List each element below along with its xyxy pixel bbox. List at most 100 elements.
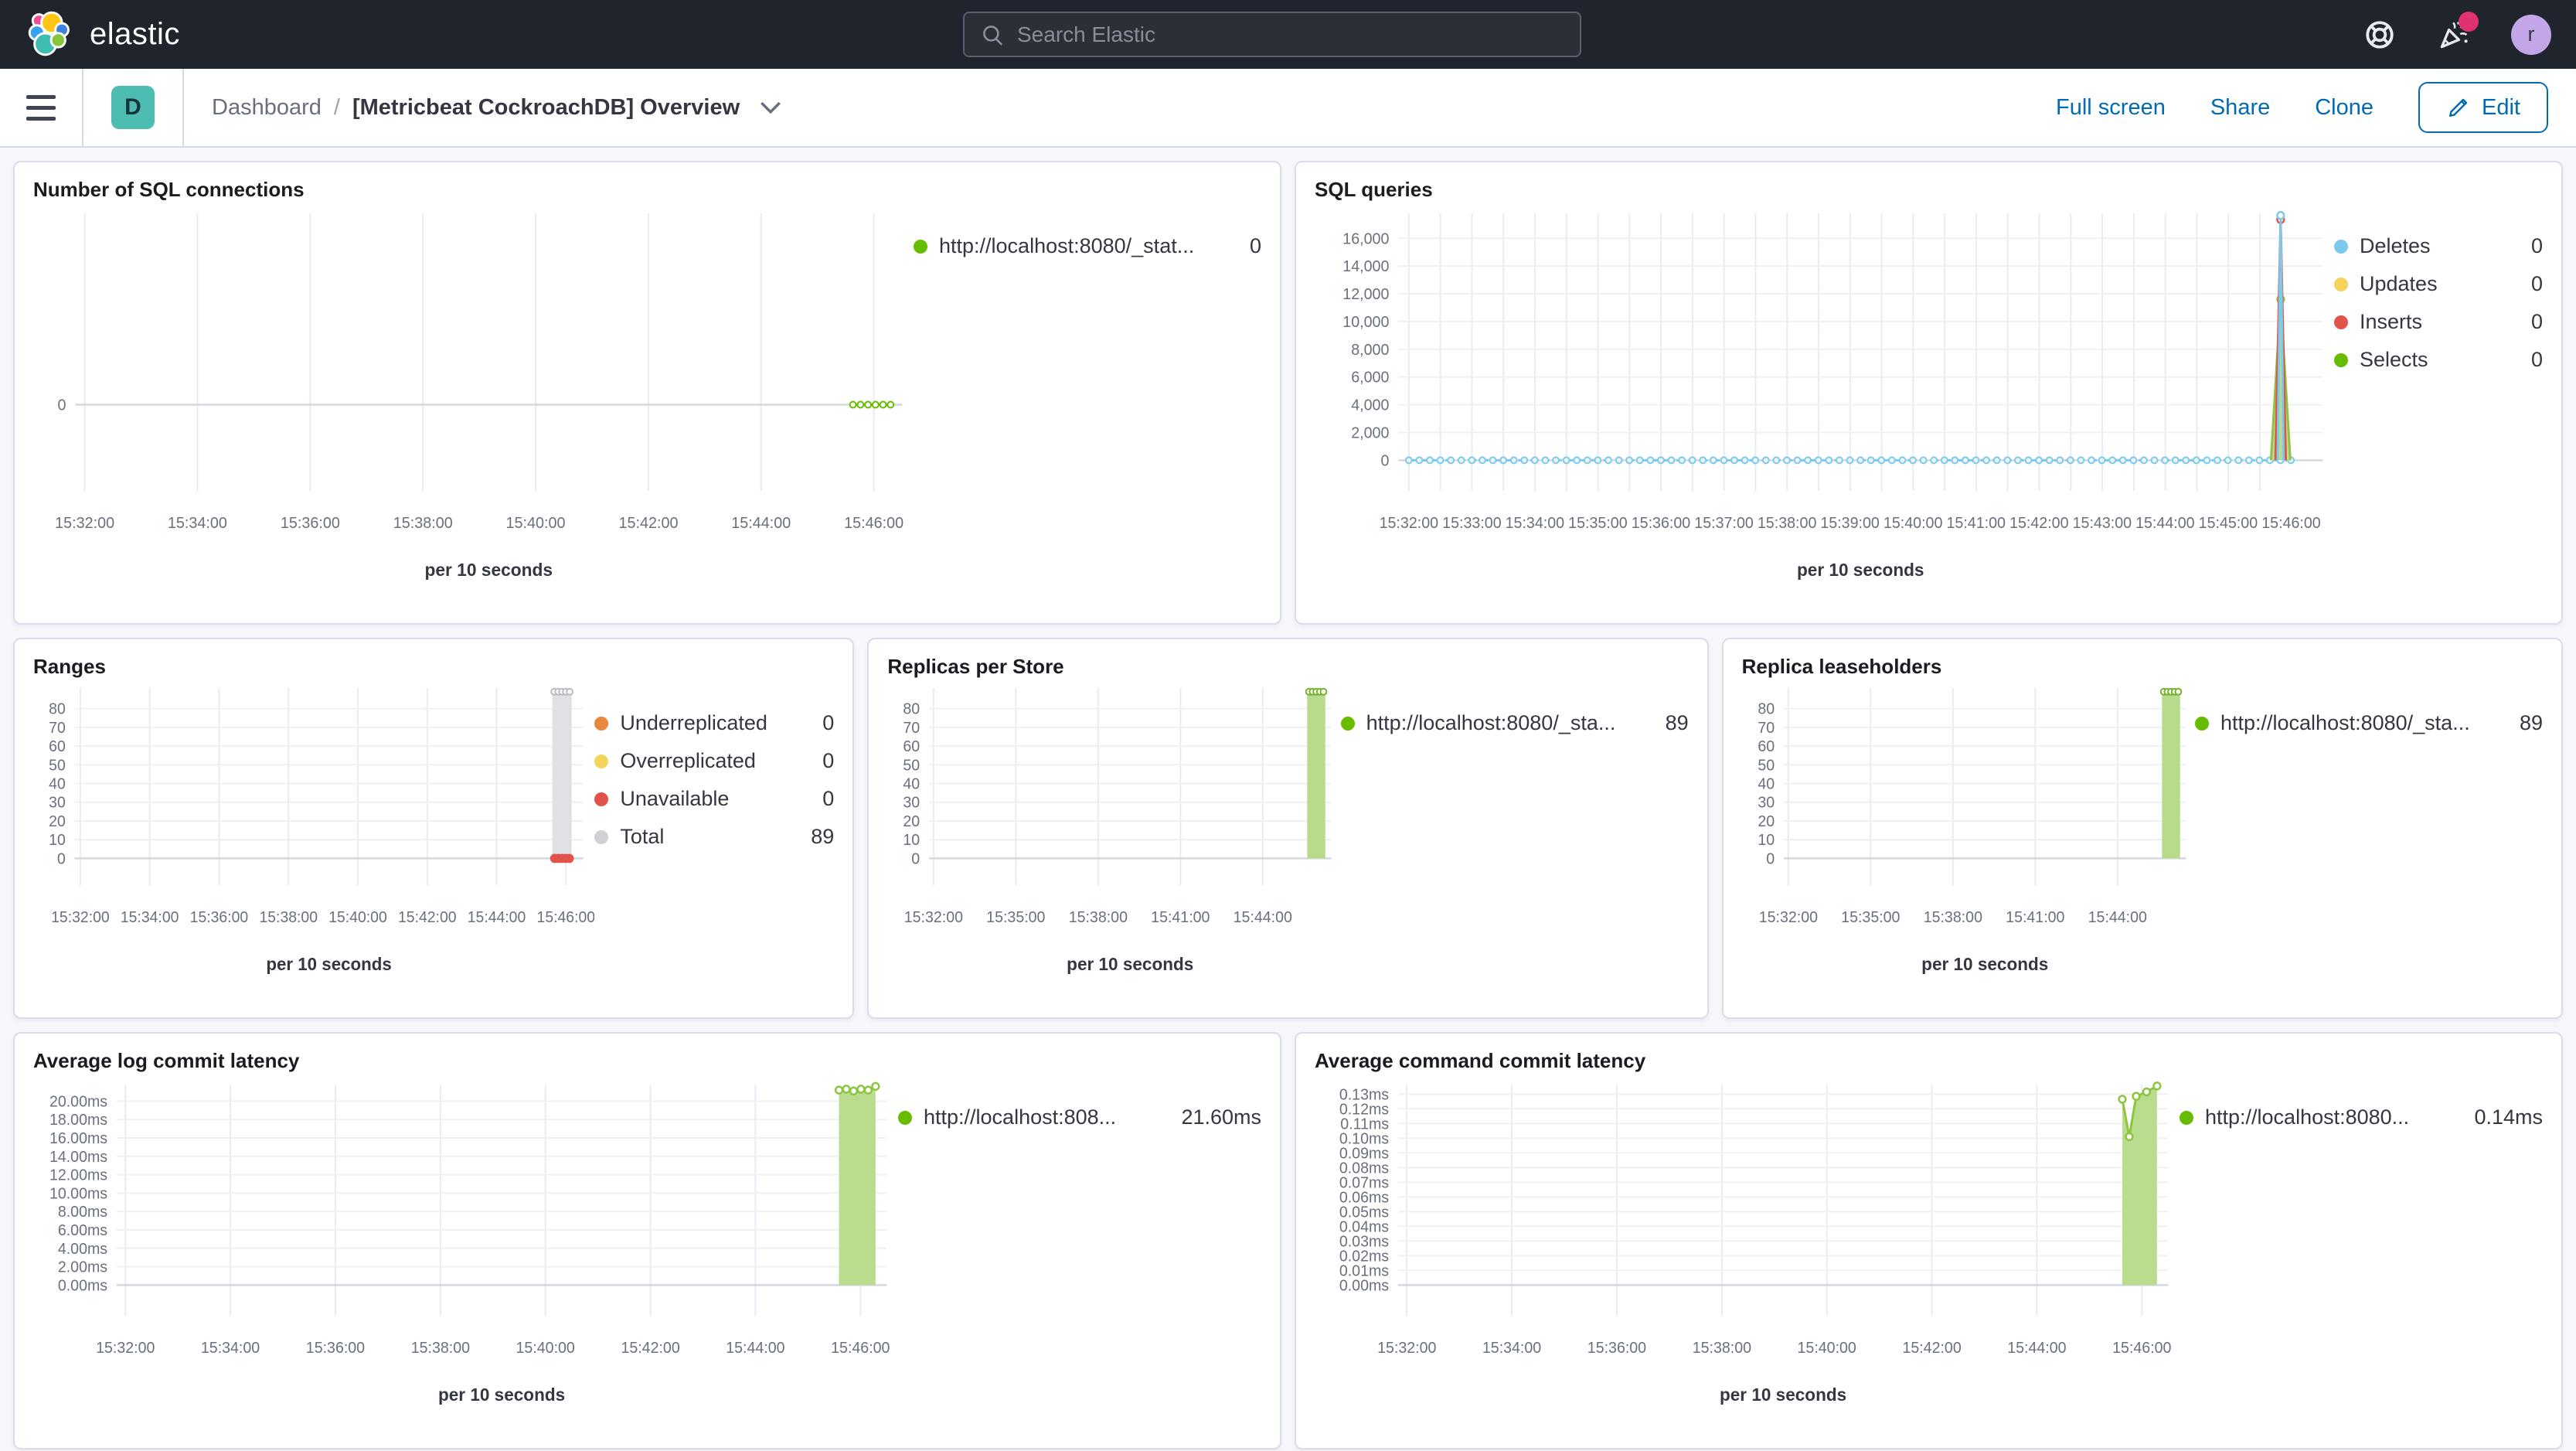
breadcrumb-dashboard-link[interactable]: Dashboard: [212, 95, 322, 121]
legend-label: Overreplicated: [620, 749, 756, 772]
svg-text:0.07ms: 0.07ms: [1339, 1174, 1389, 1191]
search-input[interactable]: [1017, 22, 1564, 47]
newsfeed-icon[interactable]: [2437, 11, 2479, 52]
svg-text:0.02ms: 0.02ms: [1339, 1248, 1389, 1265]
svg-text:15:44:00: 15:44:00: [468, 909, 526, 926]
legend-value: 89: [811, 825, 835, 848]
svg-text:0.01ms: 0.01ms: [1339, 1262, 1389, 1279]
legend-label: http://localhost:8080/_stat...: [939, 234, 1195, 257]
full-screen-button[interactable]: Full screen: [2056, 95, 2166, 121]
svg-text:15:43:00: 15:43:00: [2073, 515, 2132, 532]
svg-text:15:33:00: 15:33:00: [1442, 515, 1501, 532]
svg-text:15:46:00: 15:46:00: [2112, 1340, 2171, 1357]
svg-text:15:41:00: 15:41:00: [1152, 909, 1210, 926]
svg-text:0: 0: [1766, 850, 1775, 867]
clone-button[interactable]: Clone: [2315, 95, 2374, 121]
svg-text:15:44:00: 15:44:00: [726, 1340, 784, 1357]
app-header: elastic Search Elastic r: [0, 0, 2576, 69]
svg-text:18.00ms: 18.00ms: [49, 1112, 107, 1129]
notification-badge: [2459, 11, 2479, 32]
menu-icon[interactable]: [0, 69, 82, 146]
svg-text:15:38:00: 15:38:00: [411, 1340, 470, 1357]
legend-item[interactable]: Total 89: [594, 825, 834, 849]
svg-text:15:40:00: 15:40:00: [328, 909, 387, 926]
legend-item[interactable]: Inserts 0: [2334, 310, 2543, 334]
replica-leaseholders-chart[interactable]: 010 2030 4050 6070 80 15:32:00 15:35:00 15:38:0…: [1742, 679, 2195, 993]
panel-sql-connections: Number of SQL connections 0 15:32:00 15:34…: [13, 161, 1281, 625]
legend-item[interactable]: http://localhost:8080/_sta... 89: [1340, 711, 1689, 735]
svg-text:15:44:00: 15:44:00: [2135, 515, 2194, 532]
svg-text:15:46:00: 15:46:00: [831, 1340, 890, 1357]
panel-title: Ranges: [33, 655, 106, 678]
legend: http://localhost:8080/_stat... 0: [914, 234, 1261, 599]
dashboard-menu-chevron[interactable]: [760, 100, 781, 114]
help-icon[interactable]: [2363, 18, 2397, 52]
elastic-logo-icon: [28, 11, 70, 56]
svg-text:20: 20: [903, 813, 920, 830]
svg-text:80: 80: [1758, 700, 1775, 717]
svg-text:0.00ms: 0.00ms: [1339, 1277, 1389, 1294]
panel-title: Replicas per Store: [887, 655, 1064, 678]
legend-value: 89: [2519, 711, 2543, 734]
command-commit-latency-chart[interactable]: 0.00ms0.01ms0.02ms0.03ms0.04ms0.05ms0.06…: [1315, 1073, 2180, 1424]
legend-label: Selects: [2360, 348, 2428, 371]
svg-text:60: 60: [1758, 738, 1775, 755]
legend-item[interactable]: http://localhost:8080... 0.14ms: [2180, 1105, 2543, 1129]
svg-text:0: 0: [912, 850, 920, 867]
legend-item[interactable]: http://localhost:8080/_sta... 89: [2194, 711, 2543, 735]
legend-item[interactable]: Underreplicated 0: [594, 711, 834, 735]
svg-text:15:34:00: 15:34:00: [121, 909, 179, 926]
space-avatar[interactable]: D: [111, 86, 155, 129]
legend-item[interactable]: Updates 0: [2334, 272, 2543, 296]
sql-queries-chart[interactable]: 0 2,000 4,000 6,000 8,000 10,000 12,000 14,000 1…: [1315, 202, 2334, 599]
legend-item[interactable]: http://localhost:8080/_stat... 0: [914, 234, 1261, 258]
svg-text:per 10 seconds: per 10 seconds: [266, 955, 392, 974]
legend-value: 0: [822, 787, 835, 810]
panel-replicas-per-store: Replicas per Store 0 10 20 30 40 50 60 70 80 15:3…: [867, 638, 1709, 1019]
legend-item[interactable]: Deletes 0: [2334, 234, 2543, 258]
global-search[interactable]: [963, 12, 1581, 57]
page-title: [Metricbeat CockroachDB] Overview: [352, 94, 740, 120]
edit-button[interactable]: Edit: [2418, 82, 2548, 133]
legend-value: 0: [2530, 234, 2543, 257]
svg-text:50: 50: [1758, 757, 1775, 774]
logo-text: elastic: [90, 17, 180, 51]
avatar-initial: r: [2527, 22, 2535, 46]
panel-title: SQL queries: [1315, 178, 1433, 201]
legend-value: 0: [1249, 234, 1261, 257]
svg-text:per 10 seconds: per 10 seconds: [438, 1385, 565, 1405]
user-avatar[interactable]: r: [2511, 14, 2551, 55]
share-button[interactable]: Share: [2210, 95, 2270, 121]
replicas-per-store-chart[interactable]: 010 2030 4050 6070 80 15:32:00 15:35:00 15:38:0…: [887, 679, 1340, 993]
legend-value: 0: [2530, 348, 2543, 371]
sql-connections-chart[interactable]: 0 15:32:00 15:34:00 15:36:00 15:38:00 15:40:0…: [33, 202, 914, 599]
svg-text:per 10 seconds: per 10 seconds: [1720, 1385, 1846, 1405]
svg-text:0.10ms: 0.10ms: [1339, 1130, 1389, 1147]
ranges-chart[interactable]: 010 2030 4050 6070 80 15:32:00 15:34:00 15:36:0…: [33, 679, 594, 993]
svg-text:15:40:00: 15:40:00: [1798, 1340, 1856, 1357]
svg-text:30: 30: [903, 795, 920, 812]
legend-item[interactable]: Selects 0: [2334, 348, 2543, 372]
svg-text:15:38:00: 15:38:00: [1923, 909, 1982, 926]
svg-text:14.00ms: 14.00ms: [49, 1149, 107, 1166]
svg-text:0.13ms: 0.13ms: [1339, 1086, 1389, 1103]
legend-swatch: [594, 792, 609, 806]
legend-value: 0.14ms: [2474, 1105, 2543, 1129]
svg-text:15:36:00: 15:36:00: [281, 515, 340, 532]
legend-swatch: [2334, 353, 2348, 367]
svg-text:16.00ms: 16.00ms: [49, 1130, 107, 1147]
svg-text:40: 40: [49, 775, 66, 792]
legend-item[interactable]: http://localhost:808... 21.60ms: [898, 1105, 1261, 1129]
legend-swatch: [1340, 716, 1355, 731]
svg-text:8,000: 8,000: [1351, 342, 1389, 359]
svg-text:15:35:00: 15:35:00: [1568, 515, 1627, 532]
svg-text:50: 50: [903, 757, 920, 774]
svg-text:15:32:00: 15:32:00: [1758, 909, 1817, 926]
legend-item[interactable]: Overreplicated 0: [594, 749, 834, 773]
elastic-logo[interactable]: elastic: [25, 9, 180, 60]
legend-item[interactable]: Unavailable 0: [594, 787, 834, 811]
log-commit-latency-chart[interactable]: 0.00ms2.00ms4.00ms 6.00ms8.00ms 10.00ms12.…: [33, 1073, 898, 1424]
svg-text:14,000: 14,000: [1342, 258, 1389, 275]
svg-text:15:44:00: 15:44:00: [2088, 909, 2146, 926]
panel-title: Replica leaseholders: [1741, 655, 1942, 678]
